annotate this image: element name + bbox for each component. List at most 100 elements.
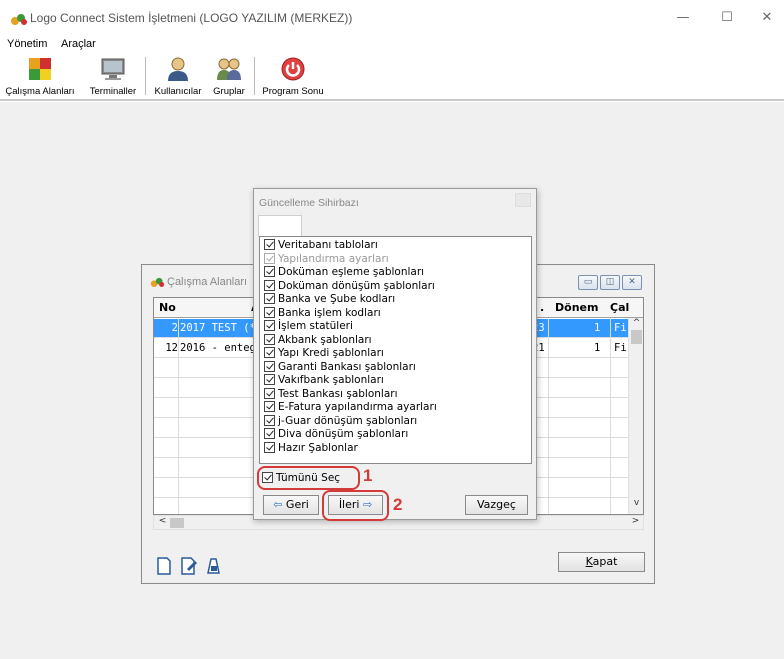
checkbox-item[interactable]: İşlem statüleri [264,320,353,333]
toolbar-separator [145,57,146,95]
cell-name: 2017 TEST (*) [180,322,263,334]
checkbox-item[interactable]: Veritabanı tabloları [264,239,378,252]
scroll-right-arrow-icon[interactable]: > [628,516,643,526]
checkbox-label: Garanti Bankası şablonları [278,360,416,373]
menu-bar: Yönetim Araçlar [0,36,784,53]
maximize-button[interactable]: ☐ [712,6,742,30]
checkbox-label: Banka işlem kodları [278,306,381,319]
workspaces-window-controls: ▭ ◫ ✕ [576,274,642,290]
group-icon [217,58,241,80]
scroll-down-arrow-icon[interactable]: v [629,498,643,508]
cell-cal: Fi [614,342,627,354]
back-button[interactable]: ⇦ Geri [263,495,319,515]
toolbar-workspaces-button[interactable]: Çalışma Alanları [4,53,76,99]
toolbar-separator [254,57,255,95]
checkbox-item[interactable]: Hazır Şablonlar [264,441,358,455]
checkbox-item[interactable]: Yapı Kredi şablonları [264,347,384,360]
close-workspaces-button[interactable]: Kapat [558,552,645,572]
column-header-cal[interactable]: Çal [610,301,629,314]
checkbox-checked-icon[interactable] [264,306,275,318]
checkbox-checked-icon[interactable] [264,441,275,453]
highlight-select-all [257,466,360,490]
toolbar-label: Çalışma Alanları [5,86,75,97]
checkbox-label: Yapı Kredi şablonları [278,347,384,359]
toolbar-terminals-button[interactable]: Terminaller [86,53,140,99]
menu-araclar[interactable]: Araçlar [61,38,96,50]
minimize-button[interactable]: ▭ [578,275,598,290]
checkbox-label: Banka ve Şube kodları [278,293,396,305]
logo-app-icon [150,277,165,287]
checkbox-checked-icon [264,252,275,264]
checkbox-label: Akbank şablonları [278,333,372,346]
edit-document-icon[interactable] [180,557,198,575]
menu-yonetim[interactable]: Yönetim [7,38,47,50]
checkbox-checked-icon[interactable] [264,239,275,250]
checkbox-checked-icon[interactable] [264,374,275,385]
checkbox-checked-icon[interactable] [264,428,275,439]
new-document-icon[interactable] [155,557,173,575]
checkbox-label: E-Fatura yapılandırma ayarları [278,401,437,413]
user-icon [168,57,188,81]
checkbox-item[interactable]: j-Guar dönüşüm şablonları [264,414,417,428]
checkbox-item[interactable]: Akbank şablonları [264,333,372,347]
checkbox-checked-icon[interactable] [264,387,275,399]
checkbox-checked-icon[interactable] [264,347,275,358]
window-title: Logo Connect Sistem İşletmeni (LOGO YAZI… [30,11,353,25]
checkbox-checked-icon[interactable] [264,293,275,304]
column-divider [178,318,179,514]
cell-no: 2 [171,322,178,334]
cell-cal: Fi [614,322,627,334]
scroll-thumb[interactable] [631,330,642,344]
column-divider [548,318,549,514]
checkbox-checked-icon[interactable] [264,360,275,372]
checkbox-checked-icon[interactable] [264,279,275,291]
column-header-donem[interactable]: Dönem [555,301,598,314]
checkbox-item[interactable]: E-Fatura yapılandırma ayarları [264,401,437,414]
toolbar-users-button[interactable]: Kullanıcılar [150,53,206,99]
toolbar-label: Gruplar [213,86,245,97]
update-wizard-dialog: Güncelleme Sihirbazı Veritabanı tablolar… [253,188,537,521]
checkbox-item[interactable]: Doküman dönüşüm şablonları [264,279,435,293]
checkbox-checked-icon[interactable] [264,266,275,277]
checkbox-checked-icon[interactable] [264,333,275,345]
close-button[interactable]: ✕ [752,6,782,30]
accelerator-letter: K [585,555,593,568]
toolbar: Çalışma Alanları Terminaller Kullanıcıla… [0,53,784,101]
checkbox-item[interactable]: Banka işlem kodları [264,306,381,320]
cell-donem: 1 [594,322,601,334]
database-icon[interactable] [205,557,223,575]
checkbox-checked-icon[interactable] [264,320,275,331]
checkbox-checked-icon[interactable] [264,414,275,426]
checkbox-label: Diva dönüşüm şablonları [278,428,409,440]
toolbar-groups-button[interactable]: Gruplar [208,53,250,99]
vertical-scrollbar[interactable]: ^ v [628,318,643,514]
terminal-icon [101,58,125,80]
checkbox-label: Yapılandırma ayarları [278,252,389,265]
checkbox-label: Test Bankası şablonları [278,387,398,400]
column-header-no[interactable]: No [159,301,176,314]
column-divider [610,318,611,514]
checkbox-item[interactable]: Diva dönüşüm şablonları [264,428,408,441]
update-items-list: Veritabanı tabloları Yapılandırma ayarla… [259,236,532,464]
minimize-button[interactable]: — [668,6,698,30]
checkbox-item[interactable]: Doküman eşleme şablonları [264,266,424,279]
cell-donem: 1 [594,342,601,354]
wizard-tab[interactable] [258,215,302,237]
checkbox-item[interactable]: Test Bankası şablonları [264,387,398,401]
cancel-button[interactable]: Vazgeç [465,495,528,515]
checkbox-checked-icon[interactable] [264,401,275,412]
scroll-thumb[interactable] [170,518,184,528]
scroll-left-arrow-icon[interactable]: < [155,516,170,526]
toolbar-exit-button[interactable]: Program Sonu [260,53,326,99]
close-button[interactable]: ✕ [622,275,642,290]
checkbox-item[interactable]: Banka ve Şube kodları [264,293,395,306]
scroll-up-arrow-icon[interactable]: ^ [629,318,643,328]
checkbox-label: Doküman eşleme şablonları [278,266,425,278]
step-1-marker: 1 [363,466,373,485]
close-button-label: apat [592,555,618,568]
close-button[interactable] [515,193,531,207]
restore-button[interactable]: ◫ [600,275,620,290]
checkbox-item[interactable]: Vakıfbank şablonları [264,374,384,387]
checkbox-item[interactable]: Garanti Bankası şablonları [264,360,416,374]
column-header-col3[interactable]: . [540,301,544,314]
